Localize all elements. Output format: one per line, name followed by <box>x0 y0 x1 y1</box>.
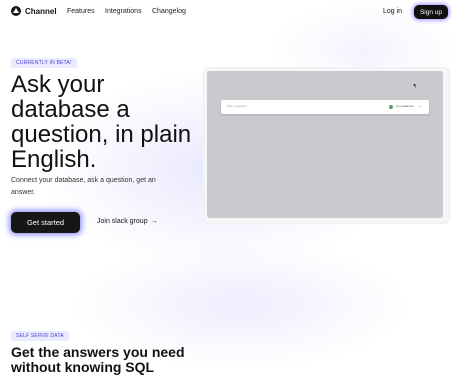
self-serve-badge: SELF SERVE DATA <box>11 331 69 341</box>
login-link[interactable]: Log in <box>383 8 402 15</box>
signup-button[interactable]: Sign up <box>414 5 448 19</box>
brand-name: Channel <box>25 6 57 16</box>
beta-badge: CURRENTLY IN BETA! <box>11 58 77 68</box>
product-preview-screen <box>207 71 443 218</box>
arrow-right-icon: → <box>150 218 158 225</box>
nav-link-integrations[interactable]: Integrations <box>105 8 142 15</box>
database-status-icon <box>389 105 393 109</box>
database-select[interactable]: Get database <box>396 104 414 108</box>
hero-headline: Ask your database a question, in plain E… <box>11 71 192 173</box>
get-started-button[interactable]: Get started <box>11 212 80 233</box>
join-slack-link[interactable]: Join slack group → <box>97 218 158 225</box>
hero-subtext: Connect your database, ask a question, g… <box>11 177 156 196</box>
top-nav: Channel Features Integrations Changelog … <box>0 0 460 24</box>
channel-logo-icon <box>11 6 21 16</box>
join-slack-label: Join slack group <box>97 218 148 225</box>
nav-link-changelog[interactable]: Changelog <box>152 8 186 15</box>
chevron-down-icon: ⌄ <box>418 103 422 108</box>
nav-link-features[interactable]: Features <box>67 8 95 15</box>
query-input[interactable]: Ask a question... <box>227 104 249 108</box>
section-title: Get the answers you need without knowing… <box>11 344 185 375</box>
logo[interactable]: Channel <box>11 6 57 16</box>
